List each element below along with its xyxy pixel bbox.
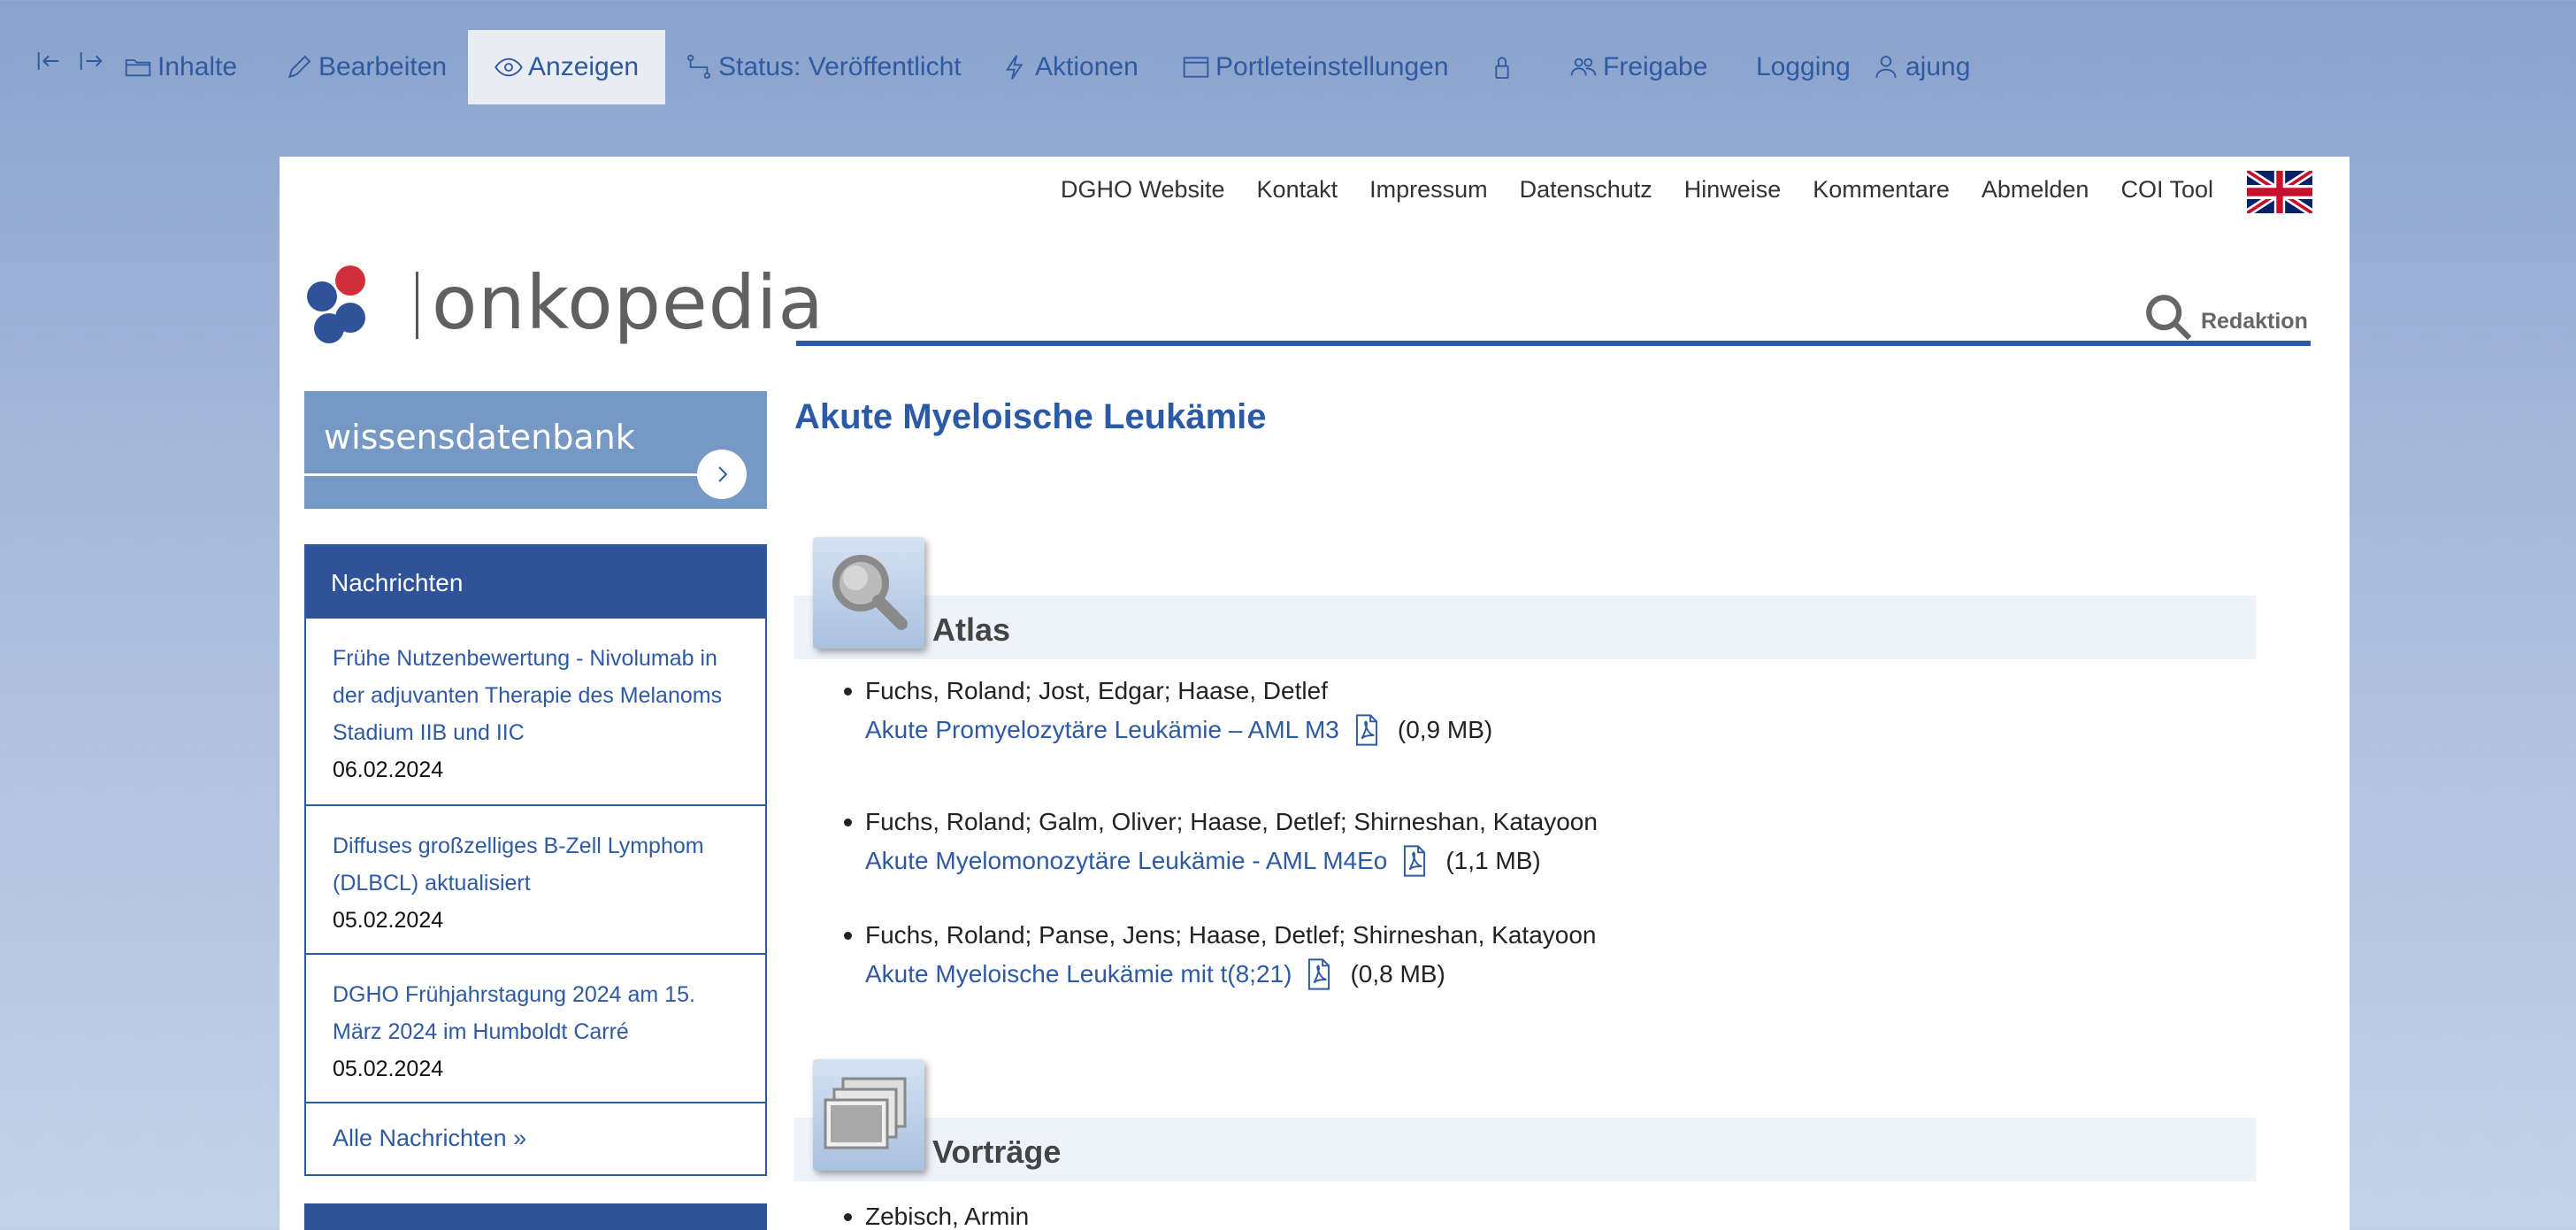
toolbar-inhalte-label: Inhalte	[157, 52, 238, 81]
eye-icon	[494, 58, 523, 77]
toolbar-portleteinstellungen[interactable]: Portleteinstellungen	[1182, 30, 1449, 104]
toolbar-aktionen[interactable]: Aktionen	[1001, 30, 1138, 104]
expand-right-icon	[80, 52, 103, 70]
news-item-title[interactable]: Diffuses großzelliges B-Zell Lymphom (DL…	[333, 827, 739, 902]
wissensdatenbank-line	[304, 473, 698, 476]
news-item-date: 06.02.2024	[333, 757, 444, 782]
news-item-title[interactable]: Frühe Nutzenbewertung - Nivolumab in der…	[333, 640, 739, 751]
atlas-entry: Fuchs, Roland; Panse, Jens; Haase, Detle…	[843, 916, 1596, 994]
news-item-date: 05.02.2024	[333, 908, 444, 933]
plone-toolbar: Inhalte Bearbeiten Anzeigen Status: Verö…	[0, 0, 2576, 133]
entry-link[interactable]: Akute Myeloische Leukämie mit t(8;21)	[865, 955, 1292, 994]
toolbar-status[interactable]: Status: Veröffentlicht	[685, 30, 962, 104]
vortraege-entry: Zebisch, Armin	[843, 1197, 1029, 1230]
entry-authors: Fuchs, Roland; Panse, Jens; Haase, Detle…	[843, 916, 1596, 955]
topnav-impressum[interactable]: Impressum	[1369, 176, 1488, 204]
topnav-dgho-website[interactable]: DGHO Website	[1061, 176, 1225, 204]
entry-authors: Fuchs, Roland; Jost, Edgar; Haase, Detle…	[843, 672, 1492, 711]
toolbar-user-label: ajung	[1905, 52, 1971, 81]
entry-link[interactable]: Akute Promyelozytäre Leukämie – AML M3	[865, 711, 1339, 750]
logo-dots-icon	[307, 265, 365, 343]
toolbar-aktionen-label: Aktionen	[1035, 52, 1138, 81]
lock-icon	[1495, 57, 1509, 79]
section-title-atlas: Atlas	[932, 611, 1011, 648]
wissensdatenbank-banner[interactable]: wissensdatenbank	[304, 391, 767, 509]
people-icon	[1570, 58, 1597, 76]
collapse-left-icon	[37, 52, 59, 70]
topnav-abmelden[interactable]: Abmelden	[1982, 176, 2089, 204]
entry-size: (0,8 MB)	[1350, 960, 1445, 988]
news-item-date: 05.02.2024	[333, 1057, 444, 1081]
news-item: Diffuses großzelliges B-Zell Lymphom (DL…	[306, 806, 765, 955]
workflow-icon	[687, 54, 710, 79]
magnifier-icon	[832, 555, 908, 630]
onkopedia-logo[interactable]: onkopedia	[306, 259, 824, 357]
atlas-tile	[813, 537, 924, 649]
folder-icon	[125, 59, 151, 77]
uk-flag-icon[interactable]	[2247, 171, 2312, 213]
user-icon	[1875, 56, 1897, 79]
toolbar-bearbeiten-label: Bearbeiten	[318, 52, 448, 81]
atlas-entry: Fuchs, Roland; Jost, Edgar; Haase, Detle…	[843, 672, 1493, 750]
slides-icon	[824, 1077, 907, 1149]
window-icon	[1183, 57, 1209, 78]
news-portlet-title: Nachrichten	[306, 546, 765, 619]
entry-size: (0,9 MB)	[1397, 716, 1493, 743]
page-title: Akute Myeloische Leukämie	[794, 397, 1267, 436]
entry-size: (1,1 MB)	[1445, 847, 1541, 874]
pdf-icon[interactable]	[1304, 958, 1334, 990]
section-header-atlas	[794, 596, 2256, 659]
search-label[interactable]: Redaktion	[2201, 309, 2308, 334]
atlas-entry: Fuchs, Roland; Galm, Oliver; Haase, Detl…	[844, 803, 1598, 880]
pdf-icon[interactable]	[1352, 714, 1382, 746]
topnav-coi-tool[interactable]: COI Tool	[2120, 176, 2213, 204]
news-item: DGHO Frühjahrstagung 2024 am 15. März 20…	[306, 955, 765, 1103]
toolbar-logging[interactable]: Logging	[1756, 30, 1851, 104]
all-news-link[interactable]: Alle Nachrichten »	[306, 1103, 765, 1176]
toolbar-status-label: Status: Veröffentlicht	[718, 52, 962, 81]
wissensdatenbank-title: wissensdatenbank	[324, 418, 635, 457]
toolbar-anzeigen[interactable]: Anzeigen	[468, 30, 666, 104]
vortraege-tile	[813, 1059, 924, 1171]
toolbar-freigabe-label: Freigabe	[1603, 52, 1708, 81]
pencil-icon	[288, 55, 311, 79]
topnav-kontakt[interactable]: Kontakt	[1257, 176, 1338, 204]
toolbar-lock[interactable]	[1488, 30, 1522, 104]
entry-authors: Fuchs, Roland; Galm, Oliver; Haase, Detl…	[844, 803, 1598, 842]
search-icon[interactable]	[2143, 291, 2194, 342]
toolbar-inhalte[interactable]: Inhalte	[124, 30, 237, 104]
logo-wordmark: onkopedia	[432, 259, 824, 346]
toolbar-bearbeiten[interactable]: Bearbeiten	[285, 30, 447, 104]
wissensdatenbank-arrow-button[interactable]	[697, 450, 747, 499]
next-portlet-header	[304, 1203, 767, 1230]
section-title-vortraege: Vorträge	[932, 1134, 1062, 1170]
toolbar-freigabe[interactable]: Freigabe	[1569, 30, 1707, 104]
topnav-hinweise[interactable]: Hinweise	[1684, 176, 1782, 204]
lightning-icon	[1005, 55, 1024, 80]
page-content: DGHO Website Kontakt Impressum Datenschu…	[280, 157, 2350, 1230]
toolbar-logging-label: Logging	[1756, 52, 1851, 81]
chevron-right-icon	[718, 466, 728, 482]
search-underline	[796, 341, 2311, 346]
toolbar-user[interactable]: ajung	[1872, 30, 1970, 104]
news-item-title[interactable]: DGHO Frühjahrstagung 2024 am 15. März 20…	[333, 976, 739, 1050]
toolbar-portleteinstellungen-label: Portleteinstellungen	[1215, 52, 1449, 81]
toolbar-collapse-toggle[interactable]	[34, 46, 106, 76]
news-portlet: Nachrichten Frühe Nutzenbewertung - Nivo…	[304, 544, 767, 1176]
news-item: Frühe Nutzenbewertung - Nivolumab in der…	[306, 619, 765, 806]
toolbar-anzeigen-label: Anzeigen	[528, 52, 640, 81]
entry-authors: Zebisch, Armin	[843, 1197, 1029, 1230]
logo-separator	[416, 272, 418, 339]
top-navigation: DGHO Website Kontakt Impressum Datenschu…	[1061, 176, 2213, 204]
topnav-kommentare[interactable]: Kommentare	[1813, 176, 1950, 204]
topnav-datenschutz[interactable]: Datenschutz	[1520, 176, 1652, 204]
entry-link[interactable]: Akute Myelomonozytäre Leukämie - AML M4E…	[865, 842, 1387, 880]
pdf-icon[interactable]	[1399, 845, 1430, 877]
